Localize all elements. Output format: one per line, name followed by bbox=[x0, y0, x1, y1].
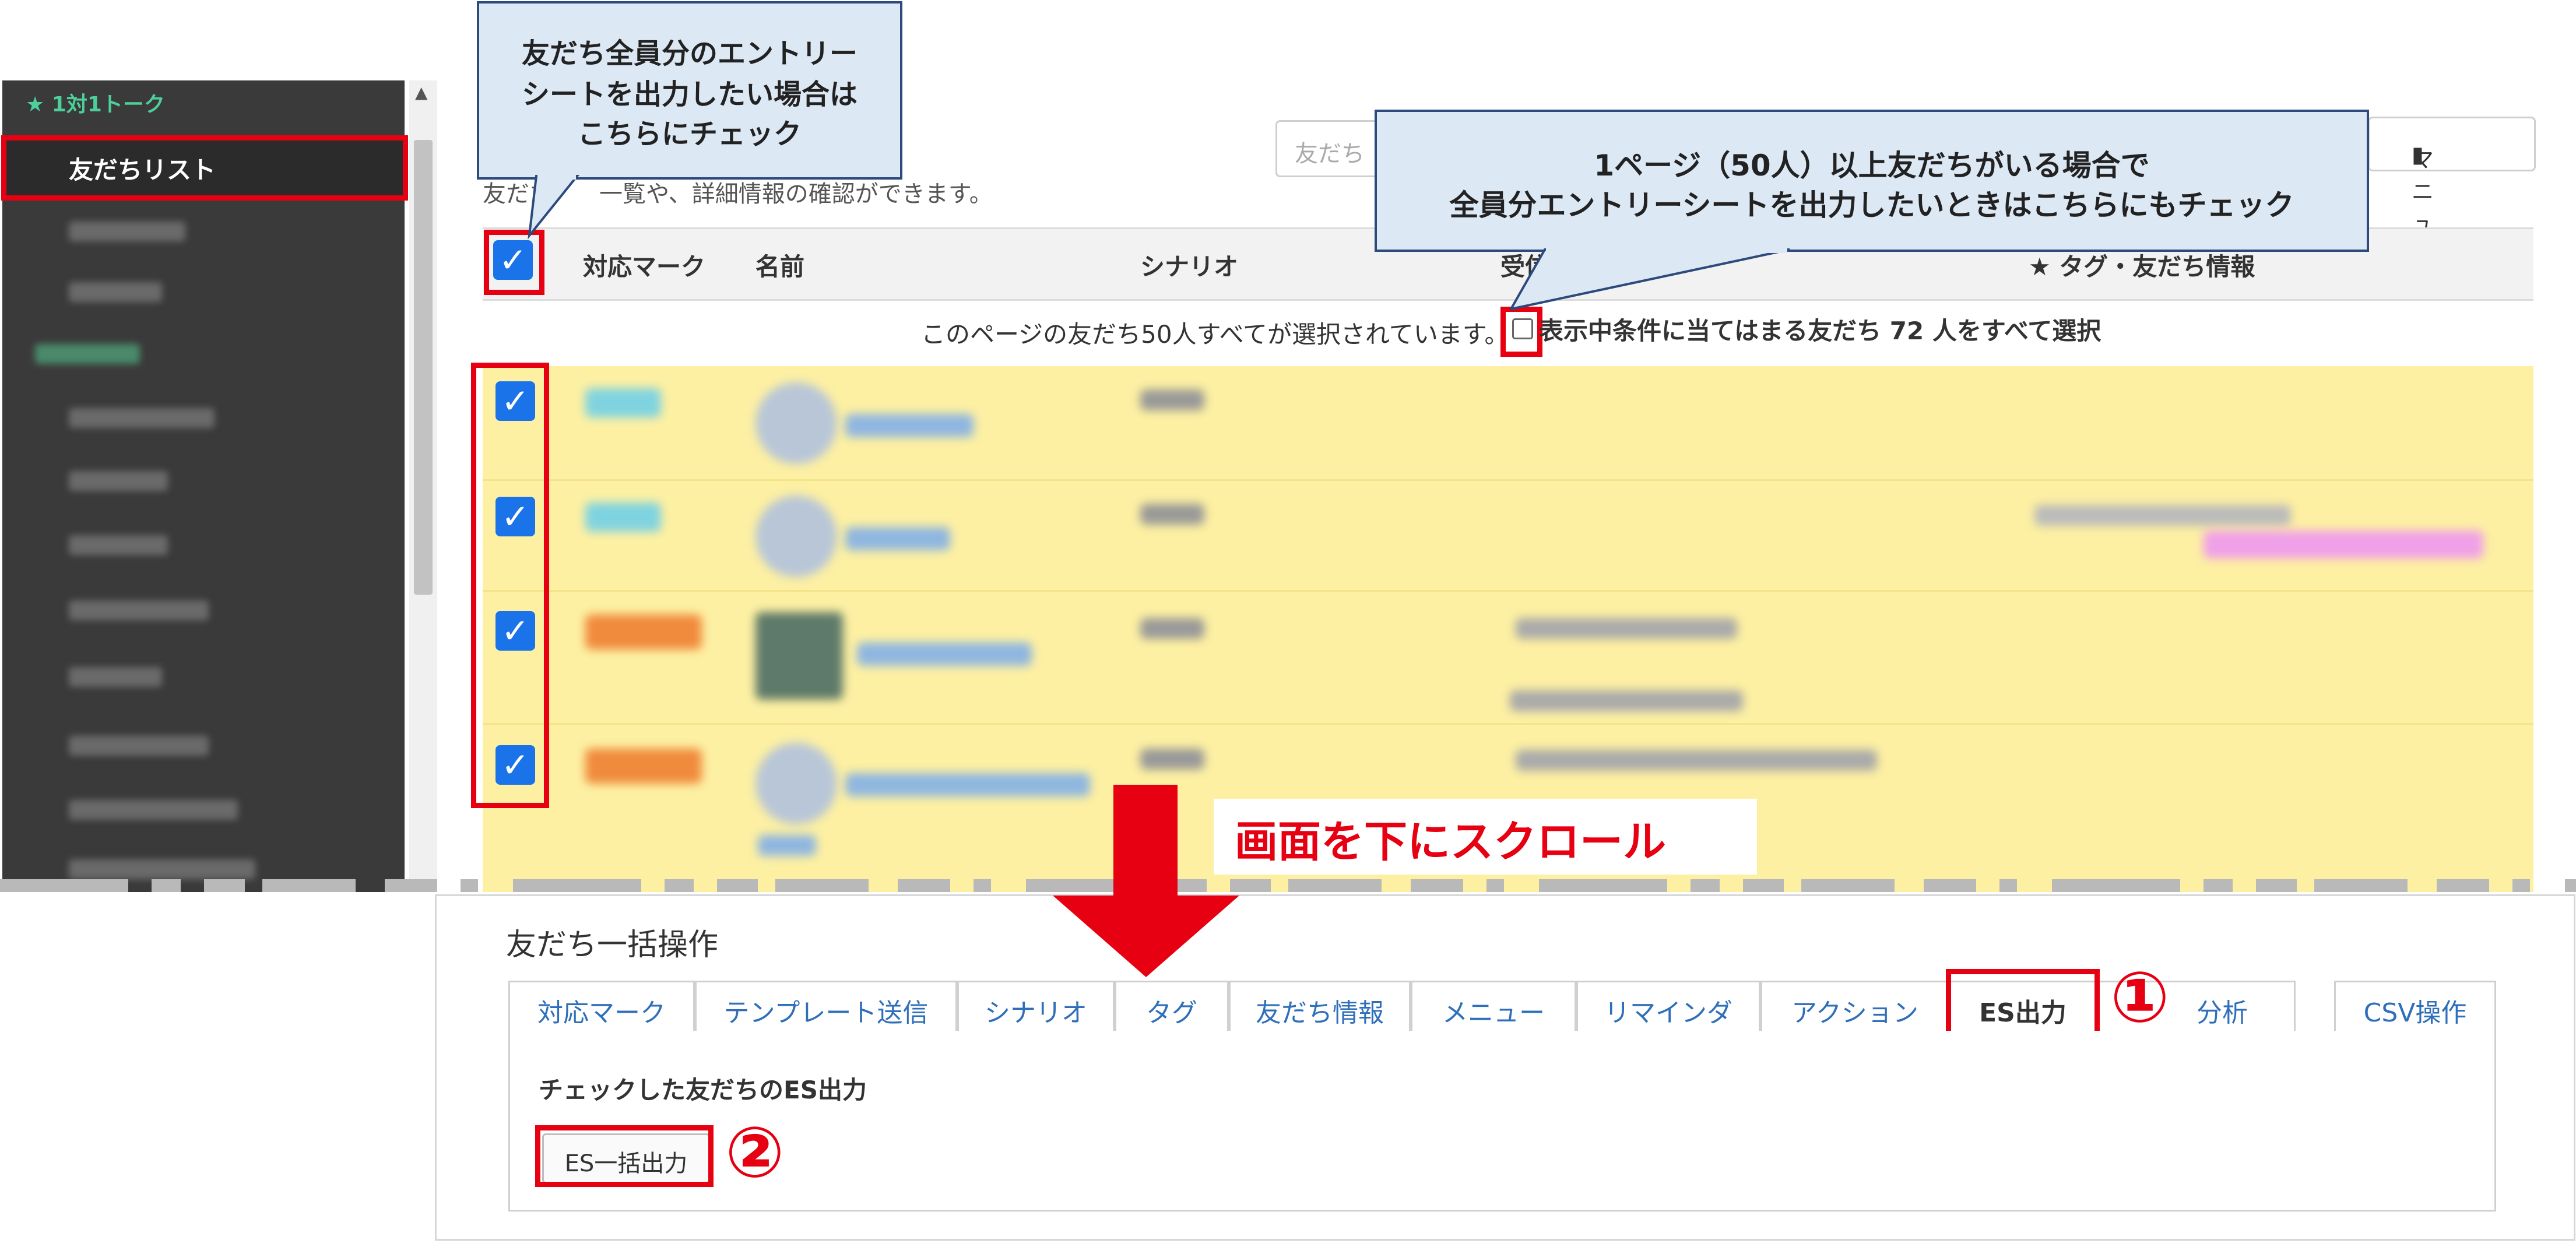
scroll-down-arrow-head-icon bbox=[1053, 896, 1239, 977]
blurred-avatar bbox=[755, 382, 837, 464]
sidebar-scroll-thumb[interactable] bbox=[414, 140, 433, 595]
tab-scenario[interactable]: シナリオ bbox=[957, 981, 1115, 1031]
torn-edge-divider bbox=[0, 879, 2576, 892]
row-divider bbox=[483, 590, 2533, 592]
blurred-sidebar-item[interactable] bbox=[69, 471, 168, 491]
scroll-down-arrow-icon bbox=[1113, 785, 1178, 901]
tab-friend-info[interactable]: 友だち情報 bbox=[1229, 981, 1411, 1031]
callout-pointer bbox=[1510, 248, 1790, 311]
blurred-sidebar-item[interactable] bbox=[69, 282, 162, 302]
step-2-marker: ② bbox=[725, 1112, 785, 1193]
row-divider bbox=[483, 723, 2533, 725]
blurred-scenario bbox=[1140, 749, 1204, 770]
tab-label: 友だち情報 bbox=[1256, 998, 1384, 1028]
blurred-scenario bbox=[1140, 618, 1204, 639]
tab-template-send[interactable]: テンプレート送信 bbox=[695, 981, 957, 1031]
scroll-up-icon[interactable]: ▲ bbox=[415, 83, 428, 102]
select-all-matching-label[interactable]: 表示中条件に当てはまる友だち 72 人をすべて選択 bbox=[1539, 311, 2101, 347]
sidebar bbox=[2, 80, 405, 892]
callout-line: シートを出力したい場合は bbox=[521, 78, 858, 111]
tab-label: CSV操作 bbox=[2363, 998, 2467, 1028]
tab-menu[interactable]: メニュー bbox=[1411, 981, 1576, 1031]
row-divider bbox=[483, 479, 2533, 481]
blurred-mark-badge bbox=[585, 388, 661, 417]
blurred-sidebar-item[interactable] bbox=[69, 859, 255, 879]
scroll-instruction: 画面を下にスクロール bbox=[1235, 817, 1666, 867]
tab-reminder[interactable]: リマインダ bbox=[1576, 981, 1760, 1031]
blurred-mark-badge bbox=[585, 749, 702, 784]
blurred-sidebar-item[interactable] bbox=[69, 601, 209, 620]
highlight-select-all-matching bbox=[1500, 307, 1542, 357]
blurred-tag-info bbox=[2034, 505, 2291, 526]
blurred-sidebar-item[interactable] bbox=[35, 344, 140, 364]
blurred-sidebar-item[interactable] bbox=[69, 667, 162, 687]
column-header-scenario[interactable]: シナリオ bbox=[1140, 247, 1238, 283]
column-header-mark[interactable]: 対応マーク bbox=[583, 247, 705, 283]
blurred-avatar bbox=[755, 496, 837, 577]
blurred-sidebar-item[interactable] bbox=[69, 535, 168, 555]
tab-label: シナリオ bbox=[985, 998, 1087, 1028]
step-1-marker: ① bbox=[2110, 957, 2170, 1038]
callout-select-over-50: 1ページ（50人）以上友だちがいる場合で 全員分エントリーシートを出力したいとき… bbox=[1375, 110, 2369, 252]
blurred-received-date bbox=[1510, 690, 1743, 711]
search-placeholder: 友だち bbox=[1295, 141, 1365, 167]
es-section-title: チェックした友だちのES出力 bbox=[539, 1076, 867, 1104]
blurred-name bbox=[845, 773, 1090, 796]
tab-label: タグ bbox=[1146, 998, 1197, 1028]
blurred-avatar bbox=[755, 612, 843, 700]
manual-button[interactable]: ▮ マニュアル bbox=[2368, 117, 2536, 301]
blurred-sidebar-item[interactable] bbox=[69, 736, 209, 756]
callout-line: 1ページ（50人）以上友だちがいる場合で bbox=[1594, 149, 2150, 182]
callout-line: こちらにチェック bbox=[577, 118, 802, 150]
blurred-received bbox=[1516, 750, 1877, 771]
callout-select-all-friends: 友だち全員分のエントリー シートを出力したい場合は こちらにチェック bbox=[477, 1, 902, 180]
callout-line: 友だち全員分のエントリー bbox=[521, 37, 858, 70]
blurred-scenario bbox=[1140, 389, 1204, 410]
es-output-content bbox=[508, 1031, 2496, 1212]
highlight-select-all bbox=[484, 230, 544, 295]
tab-action[interactable]: アクション bbox=[1760, 981, 1949, 1031]
blurred-scenario bbox=[1140, 504, 1204, 525]
selection-banner-text: このページの友だち50人すべてが選択されています。 bbox=[921, 320, 1509, 349]
highlight-friends-list bbox=[1, 135, 408, 201]
highlight-es-button bbox=[535, 1125, 714, 1187]
callout-line: 全員分エントリーシートを出力したいときはこちらにもチェック bbox=[1449, 188, 2294, 222]
blurred-mark-badge bbox=[585, 615, 702, 649]
blurred-tag-badge bbox=[2204, 531, 2483, 559]
highlight-row-checkboxes bbox=[471, 363, 549, 808]
tab-csv[interactable]: CSV操作 bbox=[2334, 981, 2496, 1031]
callout-pointer bbox=[528, 175, 580, 239]
column-header-tags[interactable]: ★ タグ・友だち情報 bbox=[2029, 247, 2255, 283]
blurred-mark-badge bbox=[585, 503, 661, 532]
highlight-es-tab bbox=[1946, 969, 2100, 1038]
tab-label: 対応マーク bbox=[537, 998, 666, 1028]
blurred-name-sub bbox=[758, 835, 816, 856]
tab-mark[interactable]: 対応マーク bbox=[508, 981, 695, 1031]
blurred-avatar bbox=[755, 743, 837, 824]
tab-label: テンプレート送信 bbox=[723, 998, 929, 1028]
tab-label: アクション bbox=[1791, 998, 1918, 1028]
sidebar-section-header[interactable]: ★ 1対1トーク bbox=[26, 87, 165, 118]
blurred-received bbox=[1516, 618, 1737, 639]
blurred-sidebar-item[interactable] bbox=[69, 800, 238, 820]
blurred-name bbox=[857, 642, 1032, 666]
blurred-sidebar-item[interactable] bbox=[69, 222, 185, 241]
column-header-name[interactable]: 名前 bbox=[755, 247, 804, 283]
tab-tag[interactable]: タグ bbox=[1115, 981, 1229, 1031]
blurred-name bbox=[845, 414, 974, 437]
tab-label: リマインダ bbox=[1604, 998, 1732, 1028]
bulk-operations-title: 友だち一括操作 bbox=[506, 928, 719, 963]
tab-label: メニュー bbox=[1442, 998, 1545, 1028]
blurred-name bbox=[845, 527, 950, 550]
blurred-sidebar-item[interactable] bbox=[69, 408, 215, 428]
